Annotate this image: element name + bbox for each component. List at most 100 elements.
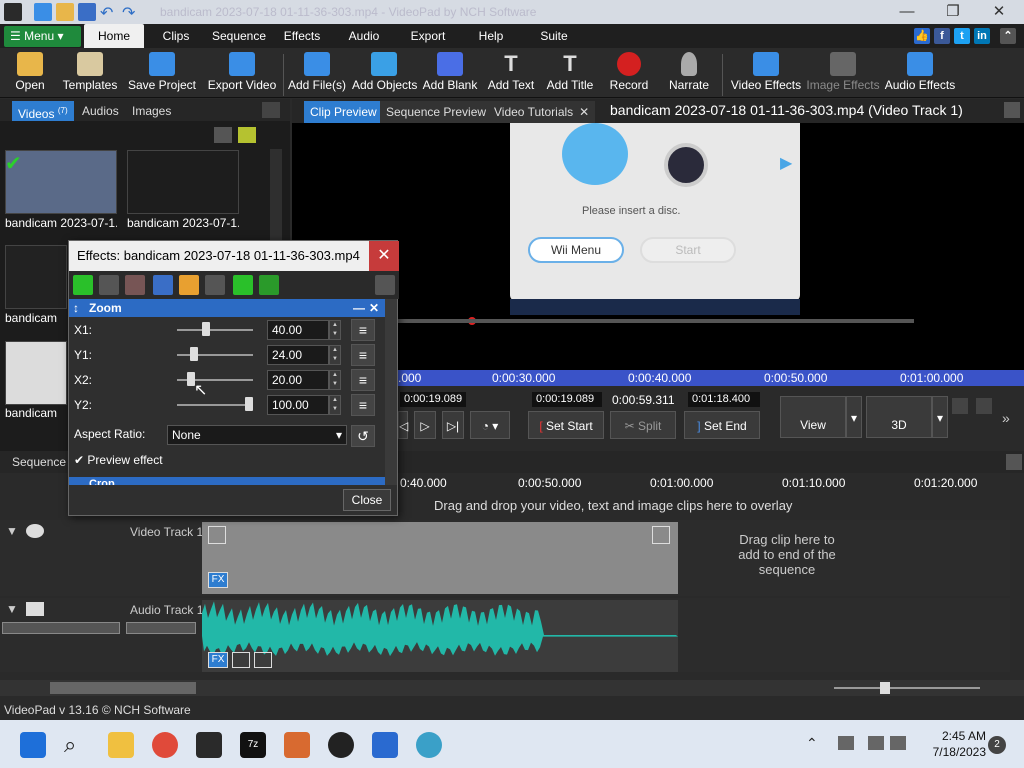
timeline-scrollbar[interactable]	[0, 680, 1024, 696]
maximize-button[interactable]: ❐	[930, 0, 976, 24]
play-button[interactable]: ▷	[414, 411, 436, 439]
save-project-button[interactable]: Save Project	[124, 52, 200, 96]
collapse-icon[interactable]: ▼	[6, 524, 18, 538]
pan-slider[interactable]	[126, 622, 196, 634]
edit-icon[interactable]	[179, 275, 199, 295]
system-clock[interactable]: 2:45 AM 7/18/2023	[906, 728, 986, 760]
undock-icon[interactable]	[262, 102, 280, 118]
param-value[interactable]: 100.00	[267, 395, 329, 415]
slider-thumb[interactable]	[190, 347, 199, 361]
undock-icon[interactable]	[1006, 454, 1022, 470]
collapse-section-icon[interactable]: —	[353, 299, 365, 317]
crop-section-header[interactable]: Crop	[69, 477, 385, 485]
split-button[interactable]: ✂ Split	[610, 411, 676, 439]
redo-icon[interactable]: ↷	[122, 3, 135, 23]
grid-icon[interactable]	[205, 275, 225, 295]
prev-frame-button[interactable]: ◁	[398, 411, 408, 439]
param-slider[interactable]	[177, 354, 253, 356]
clip-thumbnail[interactable]	[5, 341, 67, 405]
add-files-button[interactable]: Add File(s)	[288, 52, 346, 96]
like-icon[interactable]: 👍	[914, 28, 930, 44]
fade-in-icon[interactable]	[208, 526, 226, 544]
tab-clip-preview[interactable]: Clip Preview	[304, 101, 383, 123]
scroll-thumb[interactable]	[50, 682, 196, 694]
add-title-button[interactable]: T Add Title	[544, 52, 596, 96]
save-preset-icon[interactable]	[153, 275, 173, 295]
close-button[interactable]: Close	[343, 489, 391, 511]
tab-clips[interactable]: Clips	[152, 24, 200, 48]
expand-icon[interactable]: »	[1002, 410, 1010, 426]
twitter-icon[interactable]: t	[954, 28, 970, 44]
tab-help[interactable]: Help	[474, 24, 508, 48]
speaker-icon[interactable]	[26, 602, 44, 616]
tab-images[interactable]: Images	[126, 101, 177, 121]
keyframe-menu-icon[interactable]: ≡	[351, 319, 375, 341]
audio-effects-button[interactable]: Audio Effects	[884, 52, 956, 96]
add-folder-icon[interactable]	[238, 127, 256, 143]
spinner[interactable]: ▲ ▼	[329, 320, 341, 340]
record-button[interactable]: Record	[606, 52, 652, 96]
tab-suite[interactable]: Suite	[534, 24, 574, 48]
tab-videos[interactable]: Videos (7)	[12, 101, 74, 121]
wizard-icon[interactable]	[284, 732, 310, 758]
view-button[interactable]: View	[780, 396, 846, 438]
param-value[interactable]: 24.00	[267, 345, 329, 365]
network-icon[interactable]	[838, 736, 854, 750]
move-up-icon[interactable]	[259, 275, 279, 295]
minimize-button[interactable]: —	[884, 0, 930, 24]
undo-icon[interactable]: ↶	[100, 3, 113, 23]
speed-button[interactable]: ◔ ▾	[470, 411, 510, 439]
fx-badge[interactable]: FX	[208, 652, 228, 668]
timeline-zoom-slider[interactable]	[834, 687, 980, 689]
fade-out-icon[interactable]	[652, 526, 670, 544]
templates-button[interactable]: Templates	[60, 52, 120, 96]
tab-sequence-panel[interactable]: Sequence	[12, 455, 66, 469]
remove-keyframe-icon[interactable]	[125, 275, 145, 295]
tab-effects[interactable]: Effects	[278, 24, 326, 48]
link-icon[interactable]	[254, 652, 272, 668]
keyframe-menu-icon[interactable]: ≡	[351, 394, 375, 416]
spinner[interactable]: ▲ ▼	[329, 345, 341, 365]
3d-dropdown[interactable]: ▾	[932, 396, 948, 438]
volume-icon[interactable]	[890, 736, 906, 750]
chrome-icon[interactable]	[152, 732, 178, 758]
linkedin-icon[interactable]: in	[974, 28, 990, 44]
zoom-in-icon[interactable]	[976, 398, 992, 414]
paint-icon[interactable]	[416, 732, 442, 758]
add-effect-icon[interactable]	[73, 275, 93, 295]
video-clip[interactable]: FX	[202, 522, 678, 594]
file-explorer-icon[interactable]	[108, 732, 134, 758]
add-text-button[interactable]: T Add Text	[484, 52, 538, 96]
undock-icon[interactable]	[1004, 102, 1020, 118]
start-icon[interactable]	[20, 732, 46, 758]
tab-audios[interactable]: Audios	[76, 101, 125, 121]
spinner[interactable]: ▲ ▼	[329, 370, 341, 390]
expand-dialog-icon[interactable]	[375, 275, 395, 295]
add-objects-button[interactable]: Add Objects	[352, 52, 417, 96]
close-window-button[interactable]: ✕	[976, 0, 1022, 24]
view-dropdown[interactable]: ▾	[846, 396, 862, 438]
param-value[interactable]: 20.00	[267, 370, 329, 390]
tab-sequence[interactable]: Sequence	[208, 24, 270, 48]
eye-icon[interactable]	[26, 524, 44, 538]
keyframe-menu-icon[interactable]: ≡	[351, 344, 375, 366]
slider-thumb[interactable]	[201, 322, 210, 336]
clip-thumbnail[interactable]	[5, 245, 67, 309]
preview-effect-checkbox[interactable]: ✔ Preview effect	[74, 453, 163, 467]
param-slider[interactable]	[177, 329, 253, 331]
3d-button[interactable]: 3D	[866, 396, 932, 438]
notification-badge[interactable]: 2	[988, 736, 1006, 754]
close-dialog-button[interactable]: ✕	[369, 241, 399, 271]
zoom-section-header[interactable]: ↕ Zoom — ✕	[69, 299, 385, 317]
7zip-icon[interactable]: 7z	[240, 732, 266, 758]
param-value[interactable]: 40.00	[267, 320, 329, 340]
video-app-icon[interactable]	[372, 732, 398, 758]
new-icon[interactable]	[34, 3, 52, 21]
trash-icon[interactable]	[214, 127, 232, 143]
video-effects-button[interactable]: Video Effects	[730, 52, 802, 96]
audio-clip[interactable]: FX	[202, 600, 678, 672]
save-icon[interactable]	[78, 3, 96, 21]
facebook-icon[interactable]: f	[934, 28, 950, 44]
bandicam-icon[interactable]	[328, 732, 354, 758]
videopad-icon[interactable]	[196, 732, 222, 758]
